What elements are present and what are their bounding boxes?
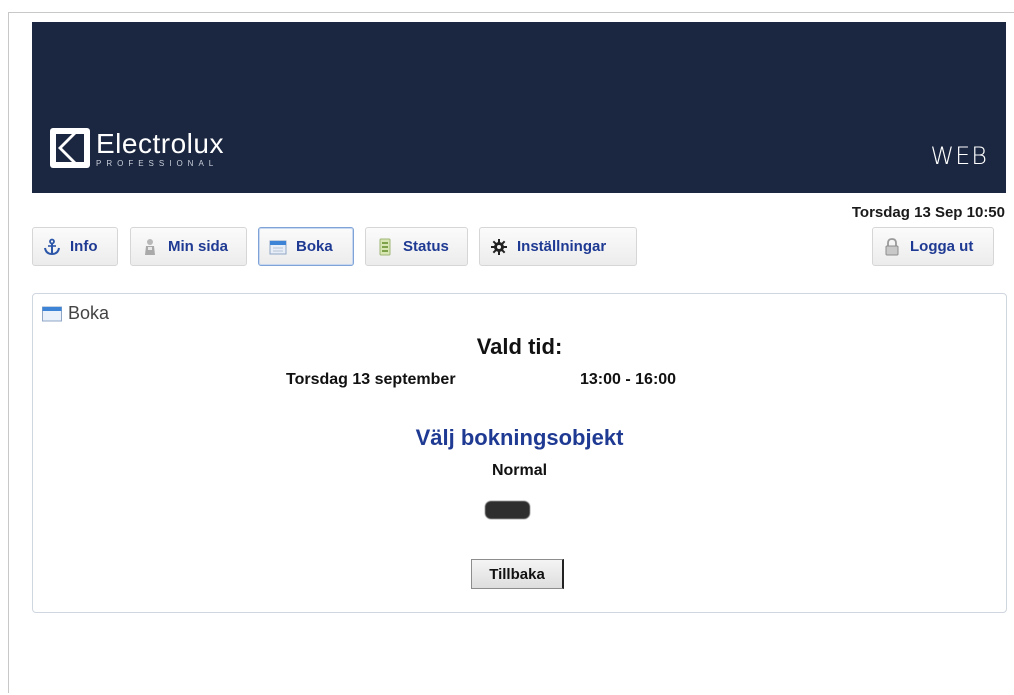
nav-min-sida-button[interactable]: Min sida bbox=[130, 227, 247, 266]
booking-object-button[interactable] bbox=[485, 501, 530, 519]
current-datetime: Torsdag 13 Sep 10:50 bbox=[851, 204, 1005, 221]
booking-panel: Boka Vald tid: Torsdag 13 september 13:0… bbox=[32, 293, 1007, 613]
nav-info-button[interactable]: Info bbox=[32, 227, 118, 266]
nav-info-label: Info bbox=[70, 238, 98, 255]
selected-time-heading: Vald tid: bbox=[476, 334, 563, 359]
electrolux-logo: Electrolux PROFESSIONAL bbox=[50, 128, 224, 168]
anchor-icon bbox=[43, 238, 61, 256]
object-name: Normal bbox=[491, 462, 548, 479]
panel-title: Boka bbox=[42, 303, 109, 324]
person-icon bbox=[141, 238, 159, 256]
calendar-icon bbox=[269, 238, 287, 256]
back-button[interactable]: Tillbaka bbox=[471, 559, 564, 589]
selected-date: Torsdag 13 september bbox=[286, 371, 456, 388]
choose-object-heading: Välj bokningsobjekt bbox=[415, 425, 624, 450]
brand-name: Electrolux bbox=[96, 127, 224, 159]
selected-time: 13:00 - 16:00 bbox=[580, 371, 677, 388]
panel-title-text: Boka bbox=[68, 303, 110, 323]
lock-icon bbox=[883, 237, 901, 256]
nav-boka-button[interactable]: Boka bbox=[258, 227, 354, 266]
nav-installningar-button[interactable]: Inställningar bbox=[479, 227, 637, 266]
brand-sub: PROFESSIONAL bbox=[96, 158, 219, 168]
calendar-icon bbox=[42, 306, 62, 321]
logout-label: Logga ut bbox=[910, 238, 974, 255]
gear-icon bbox=[490, 238, 508, 256]
nav-min-sida-label: Min sida bbox=[168, 238, 229, 255]
nav-boka-label: Boka bbox=[296, 238, 333, 255]
nav-installningar-label: Inställningar bbox=[517, 238, 607, 255]
web-label: WEB bbox=[930, 142, 988, 170]
nav-status-label: Status bbox=[403, 238, 449, 255]
electrolux-logo-icon bbox=[50, 128, 90, 168]
logout-button[interactable]: Logga ut bbox=[872, 227, 994, 266]
status-icon bbox=[376, 238, 394, 256]
nav-status-button[interactable]: Status bbox=[365, 227, 468, 266]
app-header: Electrolux PROFESSIONAL WEB bbox=[32, 22, 1006, 193]
